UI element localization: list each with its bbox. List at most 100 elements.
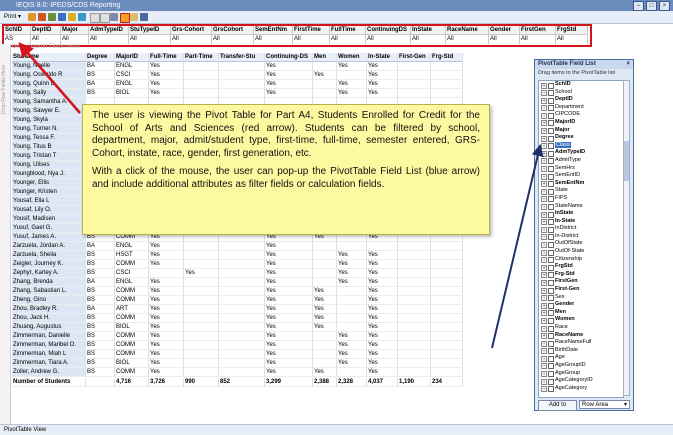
expand-icon[interactable]: + <box>541 333 547 340</box>
maximize-button[interactable]: □ <box>646 1 657 11</box>
table-row[interactable]: Young, Quinn B. BA ENGL Yes Yes Yes Yes <box>12 80 492 89</box>
expand-icon[interactable]: + <box>541 173 547 180</box>
field-checkbox[interactable] <box>548 135 554 142</box>
filter-field-major[interactable]: Major <box>61 26 89 35</box>
filter-icon[interactable] <box>48 13 56 21</box>
expand-icon[interactable]: + <box>541 97 547 104</box>
filter-field-continuingds[interactable]: ContinuingDS <box>366 26 411 35</box>
sort-asc-icon[interactable] <box>28 13 36 21</box>
field-list-item[interactable]: + FirstGen <box>539 278 623 286</box>
filter-field-stutypeid[interactable]: StuTypeID <box>129 26 171 35</box>
filter-field-grscohort[interactable]: GrsCohort <box>212 26 254 35</box>
field-checkbox[interactable] <box>548 310 554 317</box>
expand-icon[interactable]: + <box>541 279 547 286</box>
field-list-item[interactable]: + AgeGroup <box>539 370 623 378</box>
close-button[interactable]: × <box>659 1 670 11</box>
table-row[interactable]: Young, Sally BS BIOL Yes Yes Yes Yes <box>12 89 492 98</box>
filter-field-fulltime[interactable]: FullTime <box>330 26 366 35</box>
filter-value[interactable]: All <box>89 35 129 44</box>
field-list-item[interactable]: + Gender <box>539 301 623 309</box>
expand-icon[interactable]: + <box>541 325 547 332</box>
expand-icon[interactable]: + <box>541 348 547 355</box>
table-row[interactable]: Young, Oswaldo R BS CSCI Yes Yes Yes Yes <box>12 71 492 80</box>
table-row[interactable]: Zimmerman, Maribel O. BS COMM Yes Yes Yes Yes <box>12 341 492 350</box>
field-checkbox[interactable] <box>548 378 554 385</box>
field-list-item[interactable]: + AgeGroupID <box>539 362 623 370</box>
field-checkbox[interactable] <box>548 105 554 112</box>
filter-field-sementnm[interactable]: SemEntNm <box>254 26 293 35</box>
filter-field-firstgen[interactable]: FirstGen <box>520 26 556 35</box>
field-list-item[interactable]: + SemEntID <box>539 172 623 180</box>
filter-value[interactable]: All <box>31 35 61 44</box>
field-list-item[interactable]: + SchID <box>539 81 623 89</box>
expand-icon[interactable]: + <box>541 340 547 347</box>
expand-icon[interactable]: + <box>541 317 547 324</box>
table-row[interactable]: Zephyr, Karley A. BS CSCI Yes Yes Yes Yes <box>12 269 492 278</box>
expand-icon[interactable]: + <box>541 226 547 233</box>
filter-value[interactable]: AS <box>4 35 31 44</box>
expand-icon[interactable]: + <box>541 120 547 127</box>
field-list-item[interactable]: + Race <box>539 324 623 332</box>
filter-value[interactable]: All <box>330 35 366 44</box>
field-list-item[interactable]: + Department <box>539 104 623 112</box>
expand-icon[interactable]: + <box>541 166 547 173</box>
field-list-item[interactable]: + OutOf-State <box>539 248 623 256</box>
field-list-item[interactable]: + RaceName <box>539 332 623 340</box>
table-row[interactable]: Zimmerman, Danielle BS COMM Yes Yes Yes Yes <box>12 332 492 341</box>
add-to-button[interactable]: Add to <box>538 400 577 411</box>
expand-icon[interactable]: + <box>541 112 547 119</box>
expand-icon[interactable]: + <box>541 249 547 256</box>
field-checkbox[interactable] <box>548 279 554 286</box>
expand-icon[interactable]: + <box>541 241 547 248</box>
area-select[interactable]: Row Area ▾ <box>579 400 630 409</box>
expand-icon[interactable]: + <box>541 371 547 378</box>
field-checkbox[interactable] <box>548 295 554 302</box>
filter-value[interactable]: All <box>520 35 556 44</box>
field-list-item[interactable]: + Women <box>539 316 623 324</box>
filter-value[interactable]: All <box>366 35 411 44</box>
filter-field-firsttime[interactable]: FirstTime <box>293 26 330 35</box>
expand-icon[interactable]: + <box>541 158 547 165</box>
column-header[interactable]: Women <box>337 53 367 62</box>
field-list-icon[interactable] <box>120 13 130 23</box>
field-list-item[interactable]: + InState <box>539 210 623 218</box>
field-list-item[interactable]: + Citizenship <box>539 256 623 264</box>
field-list-item[interactable]: + FrgStd <box>539 263 623 271</box>
collapse-icon[interactable] <box>100 13 110 23</box>
table-row[interactable]: Zimmerman, Tiara A. BS BIOL Yes Yes Yes Yes <box>12 359 492 368</box>
field-checkbox[interactable] <box>548 302 554 309</box>
grid-totals-row[interactable]: Number of Students 4,716 3,726 990 852 3,299 2… <box>12 378 492 387</box>
filter-field-racename[interactable]: RaceName <box>446 26 489 35</box>
expand-icon[interactable]: + <box>541 219 547 226</box>
expand-icon[interactable]: + <box>541 196 547 203</box>
field-checkbox[interactable] <box>548 355 554 362</box>
column-header[interactable]: Full-Time <box>149 53 184 62</box>
field-checkbox[interactable] <box>548 173 554 180</box>
field-checkbox[interactable] <box>548 333 554 340</box>
sort-desc-icon[interactable] <box>38 13 46 21</box>
expand-icon[interactable]: + <box>541 302 547 309</box>
column-header[interactable]: Degree <box>86 53 115 62</box>
field-list-item[interactable]: + AgeCategoryID <box>539 377 623 385</box>
minimize-button[interactable]: – <box>633 1 644 11</box>
field-list-item[interactable]: + BirthDate <box>539 347 623 355</box>
field-checkbox[interactable] <box>548 340 554 347</box>
field-checkbox[interactable] <box>548 317 554 324</box>
expand-icon[interactable]: + <box>541 363 547 370</box>
table-row[interactable]: Zarzuela, Sheila BS HSGT Yes Yes Yes Yes <box>12 251 492 260</box>
field-checkbox[interactable] <box>548 386 554 393</box>
expand-icon[interactable]: + <box>541 204 547 210</box>
field-list-item[interactable]: + InDistrict <box>539 225 623 233</box>
field-checkbox[interactable] <box>548 264 554 271</box>
table-row[interactable]: Zheng, Gino BS COMM Yes Yes Yes Yes <box>12 296 492 305</box>
column-header[interactable]: Men <box>313 53 337 62</box>
field-list-item[interactable]: + State <box>539 187 623 195</box>
print-button[interactable]: Print ▾ <box>4 13 21 20</box>
field-checkbox[interactable] <box>548 219 554 226</box>
filter-value[interactable]: All <box>411 35 446 44</box>
filter-field-frgstd[interactable]: FrgStd <box>556 26 588 35</box>
column-header[interactable]: First-Gen <box>398 53 431 62</box>
field-checkbox[interactable] <box>548 181 554 188</box>
column-header[interactable]: Continuing-DS <box>265 53 313 62</box>
table-row[interactable]: Zoller, Andrew G. BS COMM Yes Yes Yes Yes <box>12 368 492 377</box>
